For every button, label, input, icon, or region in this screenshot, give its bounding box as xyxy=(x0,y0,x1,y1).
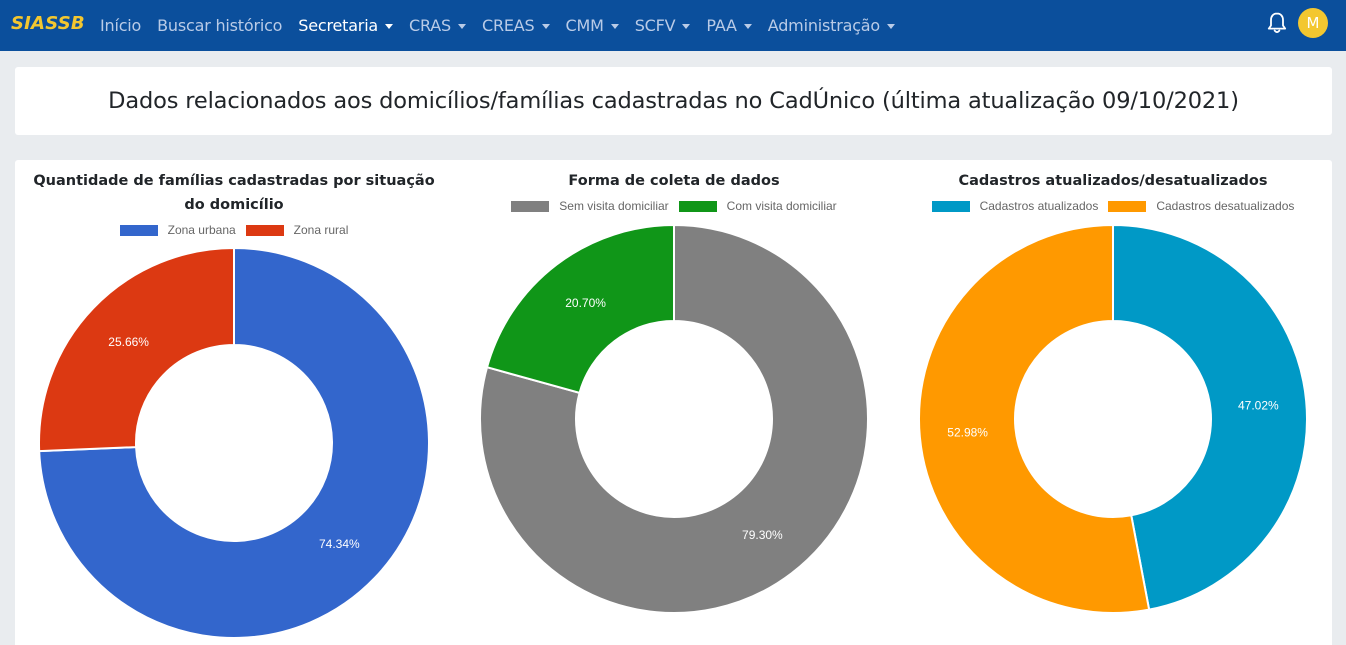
caret-down-icon xyxy=(887,23,895,29)
nav-item-secretaria[interactable]: Secretaria xyxy=(298,16,394,35)
nav-item-label: Secretaria xyxy=(298,16,379,35)
caret-down-icon xyxy=(610,23,619,29)
charts-card: Quantidade de famílias cadastradas por s… xyxy=(15,160,1332,645)
caret-down-icon xyxy=(541,23,550,29)
caret-down-icon xyxy=(385,23,394,29)
nav-item-creas[interactable]: CREAS xyxy=(482,16,550,35)
nav-item-label: Administração xyxy=(767,16,880,35)
caret-down-icon xyxy=(743,23,752,29)
donut-chart-cadastros: 47.02% 52.98% xyxy=(918,223,1308,614)
brand-logo[interactable]: SIASSB xyxy=(11,13,85,34)
page-title: Dados relacionados aos domicílios/famíli… xyxy=(108,88,1239,114)
nav-item-label: PAA xyxy=(706,16,737,35)
nav-item-buscar-historico[interactable]: Buscar histórico xyxy=(157,16,282,35)
donut-slice-cadastros-atualizados[interactable] xyxy=(1112,223,1308,611)
nav-item-cras[interactable]: CRAS xyxy=(409,16,466,35)
nav-item-label: Buscar histórico xyxy=(157,16,283,35)
nav-item-label: SCFV xyxy=(634,16,676,35)
top-navbar: SIASSB Início Buscar histórico Secretaria C… xyxy=(0,0,1346,51)
user-avatar[interactable]: M xyxy=(1298,8,1328,38)
bell-icon[interactable] xyxy=(1266,11,1288,35)
nav-item-scfv[interactable]: SCFV xyxy=(635,16,691,35)
nav-item-label: CMM xyxy=(565,16,604,35)
donut-slice-label: 47.02% xyxy=(1238,398,1279,412)
nav-item-label: Início xyxy=(100,16,142,35)
nav-item-administracao[interactable]: Administração xyxy=(768,16,895,35)
caret-down-icon xyxy=(458,23,466,29)
nav-item-label: CRAS xyxy=(409,16,451,35)
nav-item-cmm[interactable]: CMM xyxy=(566,16,619,35)
nav-item-paa[interactable]: PAA xyxy=(706,16,752,35)
nav-item-label: CREAS xyxy=(482,16,535,35)
caret-down-icon xyxy=(682,23,691,29)
page-title-card: Dados relacionados aos domicílios/famíli… xyxy=(15,67,1332,135)
nav-item-inicio[interactable]: Início xyxy=(100,16,141,35)
donut-slice-label: 52.98% xyxy=(947,426,988,440)
nav-menu: Início Buscar histórico Secretaria CRAS CREA… xyxy=(100,0,911,51)
